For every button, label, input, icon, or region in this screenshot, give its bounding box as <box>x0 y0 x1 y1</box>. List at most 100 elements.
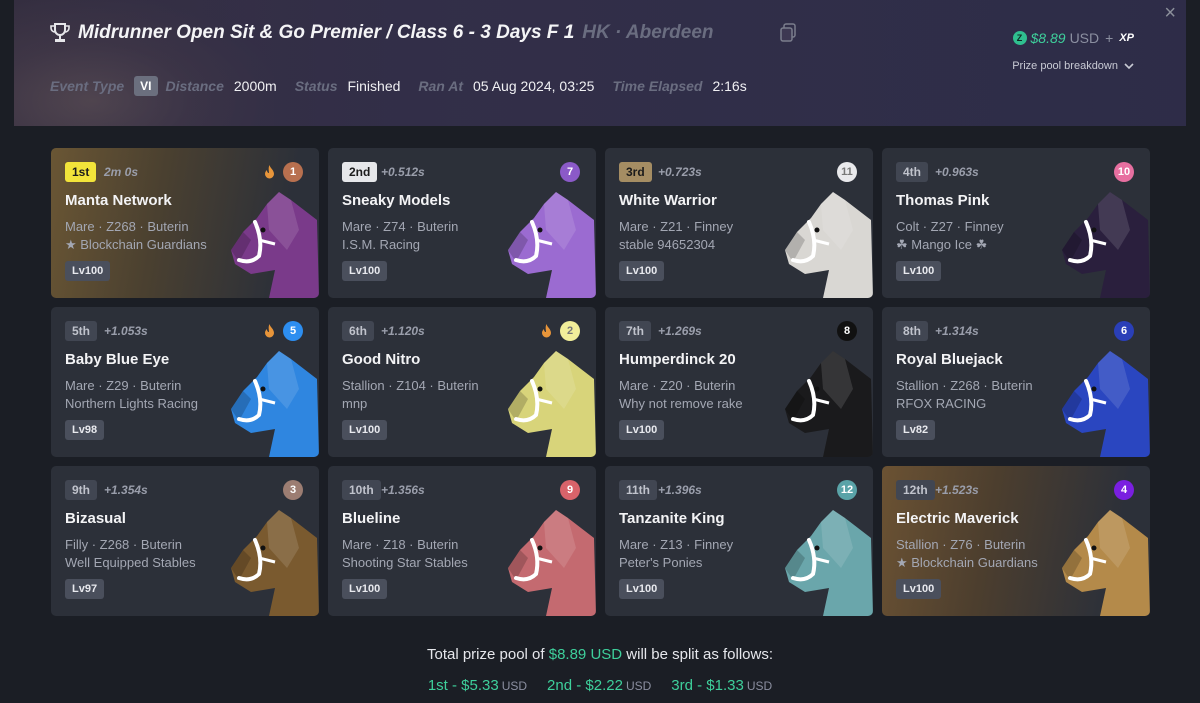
level-badge: Lv100 <box>896 261 942 281</box>
prize-split-3rd: 3rd - $1.33 USD <box>671 677 772 694</box>
stable-name: Why not remove rake <box>619 396 743 411</box>
stable-name: RFOX RACING <box>896 396 987 411</box>
gate-number-badge: 8 <box>837 321 857 341</box>
horse-name[interactable]: Thomas Pink <box>896 192 989 209</box>
horse-result-card[interactable]: 1st 2m 0s 1 Manta Network Mare · Z268 · Bute… <box>51 148 319 298</box>
horse-result-card[interactable]: 4th +0.963s 10 Thomas Pink Colt · Z27 · Finn… <box>882 148 1150 298</box>
stable-name: Northern Lights Racing <box>65 396 198 411</box>
race-title: Midrunner Open Sit & Go Premier / Class … <box>78 22 714 44</box>
finish-position: 7th <box>619 321 651 341</box>
horse-portrait <box>1062 192 1150 298</box>
horse-name[interactable]: White Warrior <box>619 192 717 209</box>
gate-number-badge: 11 <box>837 162 857 182</box>
finish-gap: +1.396s <box>658 483 702 497</box>
prize-split-amount: $8.89 USD <box>548 646 623 663</box>
horse-portrait <box>1062 510 1150 616</box>
horse-result-card[interactable]: 9th +1.354s 3 Bizasual Filly · Z268 · Buteri… <box>51 466 319 616</box>
horse-name[interactable]: Humperdinck 20 <box>619 351 736 368</box>
stable-name: ★ Blockchain Guardians <box>896 555 1038 570</box>
finish-gap: +1.314s <box>935 324 979 338</box>
prize-split-post: will be split as follows: <box>626 646 773 663</box>
level-badge: Lv97 <box>65 579 105 599</box>
zed-token-icon: Z <box>1012 31 1027 45</box>
stable-name: Shooting Star Stables <box>342 555 468 570</box>
finish-position: 5th <box>65 321 97 341</box>
split-amount: 2nd - $2.22 <box>547 677 623 694</box>
horse-portrait <box>231 351 319 457</box>
split-amount: 1st - $5.33 <box>427 677 499 694</box>
horse-details: Mare · Z29 · Buterin <box>65 378 182 393</box>
event-type-badge: VI <box>134 76 158 96</box>
horse-result-card[interactable]: 8th +1.314s 6 Royal Bluejack Stallion · Z268… <box>882 307 1150 457</box>
level-badge: Lv100 <box>342 579 388 599</box>
horse-details: Colt · Z27 · Finney <box>896 219 1004 234</box>
prize-pool-summary: Z $8.89 USD + XP <box>1012 30 1134 46</box>
horse-portrait <box>231 192 319 298</box>
horse-result-card[interactable]: 2nd +0.512s 7 Sneaky Models Mare · Z74 · But… <box>328 148 596 298</box>
prize-split-1st: 1st - $5.33 USD <box>428 677 527 694</box>
horse-name[interactable]: Sneaky Models <box>342 192 450 209</box>
chevron-down-icon <box>1124 62 1134 69</box>
level-badge: Lv98 <box>65 420 105 440</box>
finish-position: 2nd <box>342 162 378 182</box>
race-header: Midrunner Open Sit & Go Premier / Class … <box>14 0 1186 126</box>
gate-number-badge: 6 <box>1114 321 1134 341</box>
finish-position: 4th <box>896 162 928 182</box>
finish-position: 1st <box>65 162 97 182</box>
gate-number-badge: 12 <box>837 480 857 500</box>
finish-gap: +0.512s <box>381 165 425 179</box>
horse-portrait <box>785 192 873 298</box>
horse-result-card[interactable]: 12th +1.523s 4 Electric Maverick Stallion · … <box>882 466 1150 616</box>
horse-name[interactable]: Royal Bluejack <box>896 351 1003 368</box>
horse-details: Mare · Z18 · Buterin <box>342 537 459 552</box>
horse-name[interactable]: Tanzanite King <box>619 510 725 527</box>
ran-at-value: 05 Aug 2024, 03:25 <box>473 78 595 94</box>
copy-icon[interactable] <box>780 23 796 42</box>
horse-details: Stallion · Z104 · Buterin <box>342 378 479 393</box>
stable-name: ★ Blockchain Guardians <box>65 237 207 252</box>
horse-details: Mare · Z20 · Buterin <box>619 378 736 393</box>
horse-details: Filly · Z268 · Buterin <box>65 537 183 552</box>
horse-name[interactable]: Manta Network <box>65 192 172 209</box>
prize-split-2nd: 2nd - $2.22 USD <box>547 677 651 694</box>
time-elapsed-label: Time Elapsed <box>612 78 703 94</box>
prize-pool-breakdown-label: Prize pool breakdown <box>1012 60 1118 72</box>
split-currency: USD <box>625 679 652 693</box>
horse-portrait <box>231 510 319 616</box>
horse-result-card[interactable]: 5th +1.053s 5 Baby Blue Eye Mare · Z29 · But… <box>51 307 319 457</box>
level-badge: Lv100 <box>896 579 942 599</box>
gate-number-badge: 9 <box>560 480 580 500</box>
results-grid: 1st 2m 0s 1 Manta Network Mare · Z268 · Bute… <box>51 148 1150 616</box>
finish-gap: +0.963s <box>935 165 979 179</box>
finish-gap: +1.523s <box>935 483 979 497</box>
horse-name[interactable]: Baby Blue Eye <box>65 351 169 368</box>
level-badge: Lv100 <box>619 420 665 440</box>
horse-portrait <box>508 192 596 298</box>
prize-amount: $8.89 <box>1030 30 1066 46</box>
horse-result-card[interactable]: 6th +1.120s 2 Good Nitro Stallion · Z104 · B… <box>328 307 596 457</box>
close-button[interactable]: × <box>1164 2 1176 25</box>
finish-gap: 2m 0s <box>104 165 139 179</box>
finish-position: 12th <box>896 480 935 500</box>
horse-name[interactable]: Electric Maverick <box>896 510 1019 527</box>
horse-result-card[interactable]: 11th +1.396s 12 Tanzanite King Mare · Z13 · … <box>605 466 873 616</box>
split-currency: USD <box>746 679 773 693</box>
status-label: Status <box>294 78 338 94</box>
horse-result-card[interactable]: 10th +1.356s 9 Blueline Mare · Z18 · Buterin… <box>328 466 596 616</box>
gate-number-badge: 10 <box>1114 162 1134 182</box>
horse-result-card[interactable]: 7th +1.269s 8 Humperdinck 20 Mare · Z20 · Bu… <box>605 307 873 457</box>
gate-number-badge: 2 <box>560 321 580 341</box>
level-badge: Lv100 <box>342 420 388 440</box>
horse-details: Stallion · Z76 · Buterin <box>896 537 1026 552</box>
level-badge: Lv100 <box>65 261 111 281</box>
horse-name[interactable]: Blueline <box>342 510 400 527</box>
stable-name: mnp <box>342 396 368 411</box>
race-location: HK · Aberdeen <box>582 22 714 43</box>
horse-name[interactable]: Bizasual <box>65 510 126 527</box>
xp-label: XP <box>1119 32 1134 44</box>
horse-name[interactable]: Good Nitro <box>342 351 420 368</box>
distance-label: Distance <box>165 78 224 94</box>
prize-pool-breakdown-toggle[interactable]: Prize pool breakdown <box>1012 60 1134 72</box>
horse-result-card[interactable]: 3rd +0.723s 11 White Warrior Mare · Z21 · Fi… <box>605 148 873 298</box>
time-elapsed-value: 2:16s <box>712 78 747 94</box>
